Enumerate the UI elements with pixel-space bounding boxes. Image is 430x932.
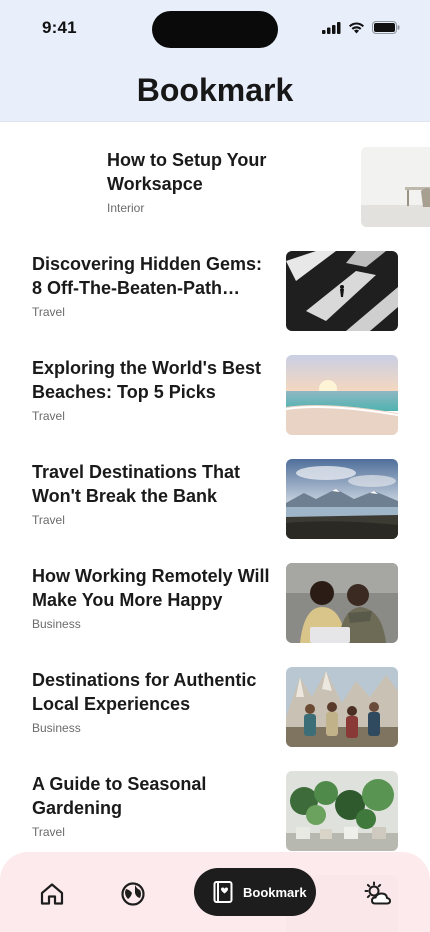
dynamic-island xyxy=(152,11,278,48)
article-category: Business xyxy=(32,617,81,631)
page-title: Bookmark xyxy=(136,72,294,108)
article-thumbnail xyxy=(286,563,398,643)
list-item[interactable]: How Working Remotely Will Make You More … xyxy=(32,563,398,643)
article-category: Business xyxy=(32,721,81,735)
nav-explore-button[interactable] xyxy=(119,880,147,908)
article-category: Travel xyxy=(32,305,65,319)
article-title: Travel Destinations That Won't Break the… xyxy=(32,462,241,506)
weather-icon xyxy=(364,881,391,905)
article-title: A Guide to Seasonal Gardening xyxy=(32,774,207,818)
article-category: Travel xyxy=(32,409,65,423)
workspace-desk-photo xyxy=(361,147,430,227)
home-icon xyxy=(40,883,64,905)
list-item[interactable]: Destinations for Authentic Local Experie… xyxy=(32,667,398,747)
article-title: Discovering Hidden Gems: 8 Off-The-Beate… xyxy=(32,254,263,298)
remote-workers-photo xyxy=(286,563,398,643)
status-icons xyxy=(322,21,400,34)
list-item[interactable]: Travel Destinations That Won't Break the… xyxy=(32,459,398,539)
article-thumbnail xyxy=(286,667,398,747)
nav-weather-button[interactable] xyxy=(364,880,392,908)
bookmark-book-icon xyxy=(213,881,233,903)
battery-icon xyxy=(372,21,400,34)
article-category: Travel xyxy=(32,825,65,839)
article-category: Interior xyxy=(107,201,145,215)
shadow-silhouette-photo xyxy=(286,251,398,331)
header: 9:41 Bookmark xyxy=(0,0,430,122)
list-item[interactable]: Discovering Hidden Gems: 8 Off-The-Beate… xyxy=(32,251,398,331)
signal-icon xyxy=(322,21,341,34)
article-thumbnail xyxy=(286,251,398,331)
wifi-icon xyxy=(349,21,364,33)
potted-plants-photo xyxy=(286,771,398,851)
bookmark-list[interactable]: How to Setup Your Worksapce Interior Dis… xyxy=(0,123,430,932)
article-title: Destinations for Authentic Local Experie… xyxy=(32,670,257,714)
bottom-nav: Bookmark xyxy=(0,852,430,932)
article-category: Travel xyxy=(32,513,65,527)
nav-home-button[interactable] xyxy=(38,880,66,908)
article-title: How to Setup Your Worksapce xyxy=(107,150,267,194)
list-item[interactable]: A Guide to Seasonal Gardening Travel xyxy=(32,771,398,851)
nav-bookmark-button[interactable]: Bookmark xyxy=(194,868,316,916)
list-item[interactable]: How to Setup Your Worksapce Interior xyxy=(107,147,430,227)
beach-sunset-photo xyxy=(286,355,398,435)
nav-bookmark-label: Bookmark xyxy=(243,884,307,900)
article-thumbnail xyxy=(286,355,398,435)
hikers-group-photo xyxy=(286,667,398,747)
status-time: 9:41 xyxy=(42,18,77,37)
list-item[interactable]: Exploring the World's Best Beaches: Top … xyxy=(32,355,398,435)
article-thumbnail xyxy=(361,147,430,227)
globe-icon xyxy=(121,882,145,906)
article-title: How Working Remotely Will Make You More … xyxy=(32,566,270,610)
mountain-lake-photo xyxy=(286,459,398,539)
article-title: Exploring the World's Best Beaches: Top … xyxy=(32,358,261,402)
article-thumbnail xyxy=(286,459,398,539)
article-thumbnail xyxy=(286,771,398,851)
